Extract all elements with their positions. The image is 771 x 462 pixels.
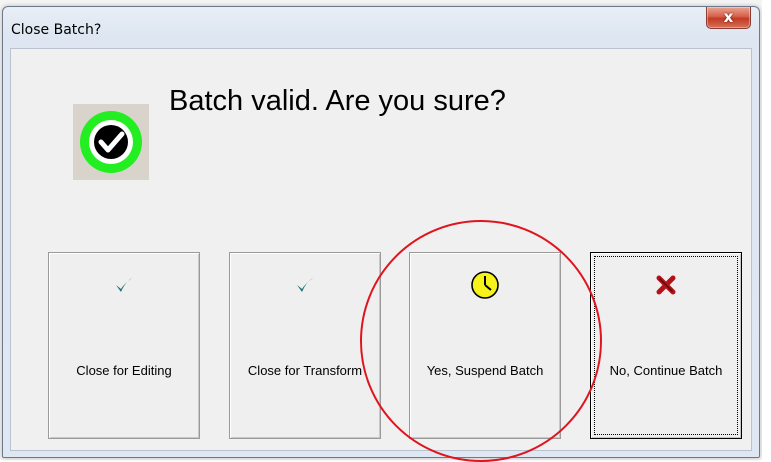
close-icon: x [723, 8, 734, 26]
yes-suspend-batch-label: Yes, Suspend Batch [426, 363, 544, 378]
close-window-button[interactable]: x [706, 7, 751, 29]
teal-checkmark-icon [230, 267, 380, 303]
close-for-editing-button[interactable]: Close for Editing [48, 252, 200, 439]
confirmation-message: Batch valid. Are you sure? [169, 85, 506, 117]
teal-checkmark-icon [49, 267, 199, 303]
yes-suspend-batch-button[interactable]: Yes, Suspend Batch [409, 252, 561, 439]
green-ring-checkmark-icon [73, 104, 149, 180]
no-continue-batch-button[interactable]: No, Continue Batch [590, 252, 742, 439]
red-x-icon [591, 267, 741, 303]
close-for-editing-label: Close for Editing [76, 363, 172, 378]
close-for-transform-label: Close for Transform [247, 363, 363, 378]
close-for-transform-button[interactable]: Close for Transform [229, 252, 381, 439]
window-title: Close Batch? [11, 22, 102, 38]
title-bar[interactable]: Close Batch? x [3, 7, 759, 47]
no-continue-batch-label: No, Continue Batch [609, 363, 723, 378]
desktop-background: Close Batch? x Batch valid. Are you sure… [0, 0, 771, 462]
yellow-clock-icon [410, 267, 560, 303]
desktop-edge [762, 0, 771, 460]
close-batch-dialog: Close Batch? x Batch valid. Are you sure… [2, 6, 760, 458]
dialog-body: Batch valid. Are you sure? Close for Edi… [10, 48, 752, 451]
